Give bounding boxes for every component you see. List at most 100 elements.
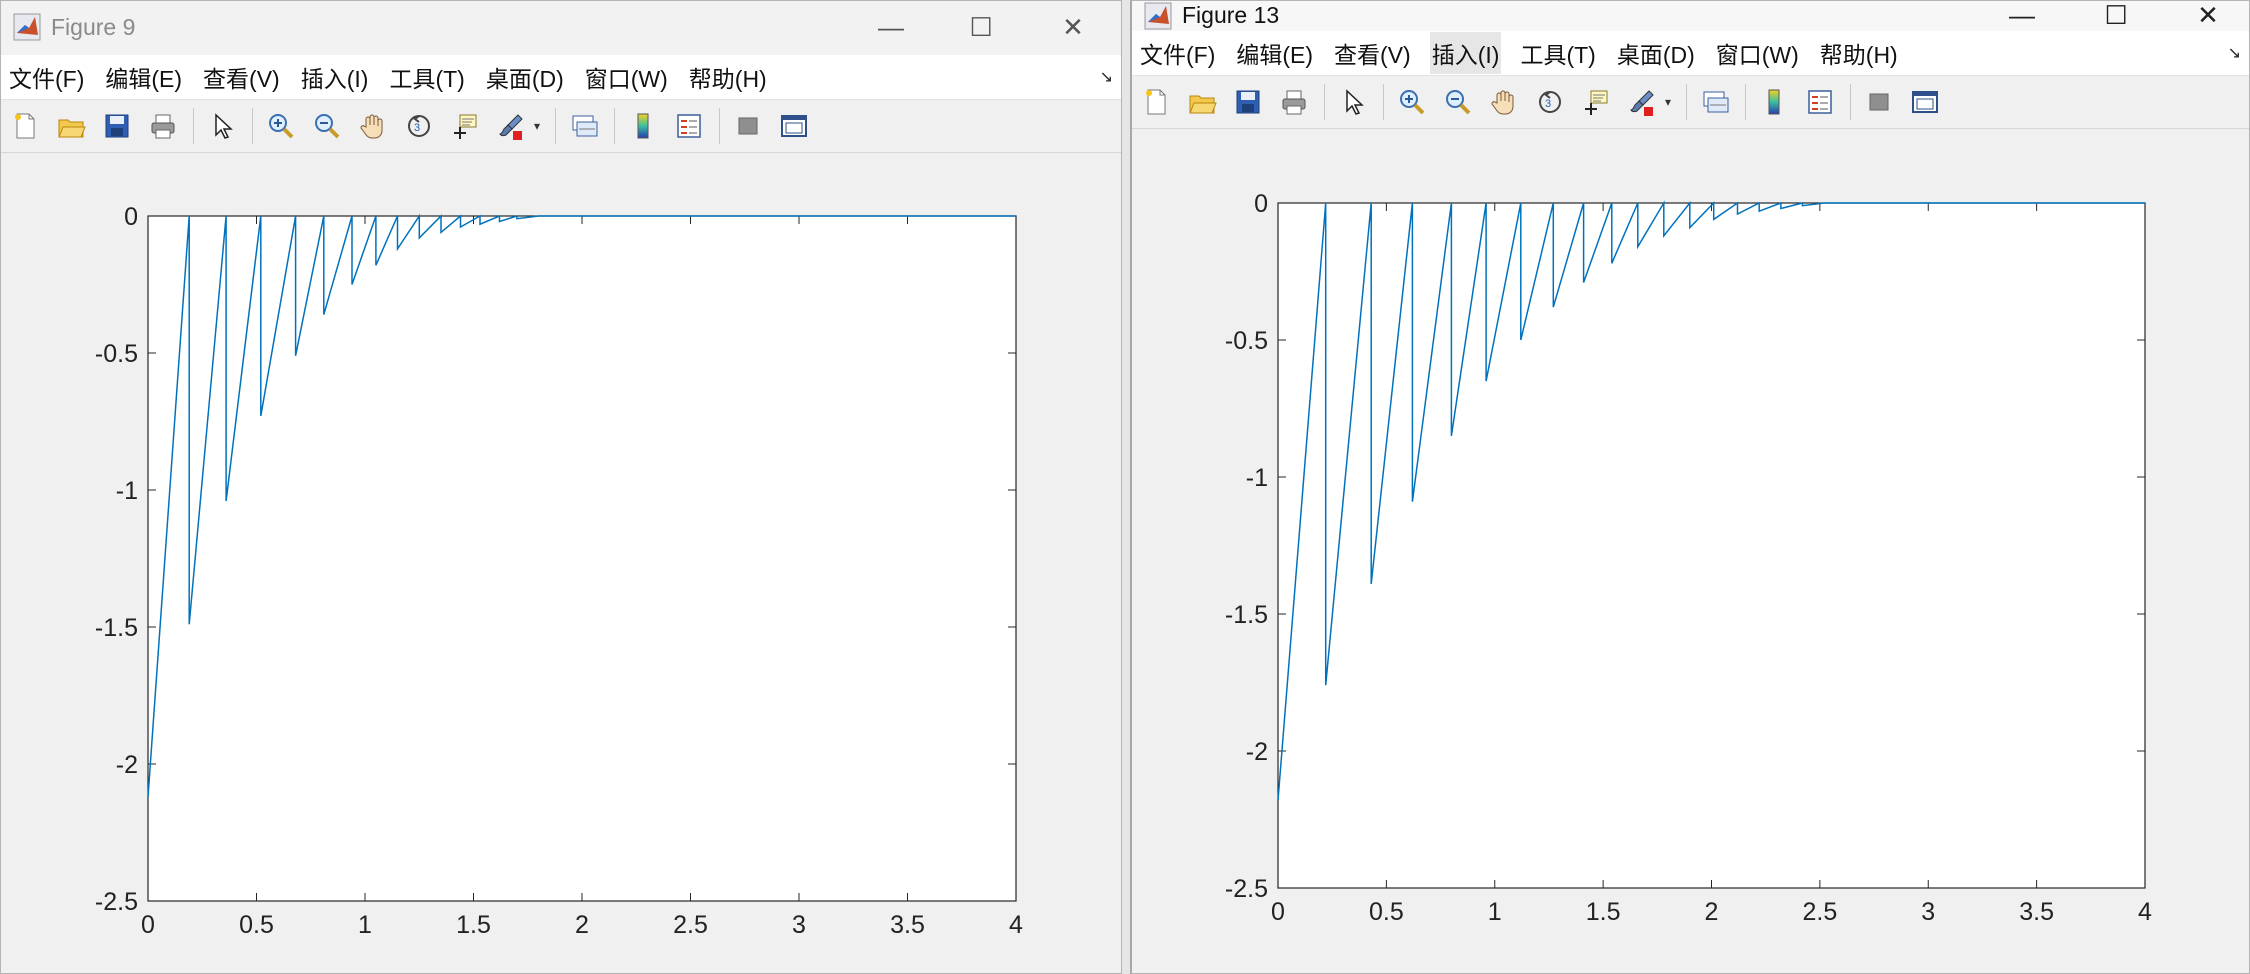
menu-tools[interactable]: 工具(T) (1518, 32, 1597, 74)
hide-plot-tools-button[interactable] (730, 108, 766, 144)
menu-bar: 文件(F) 编辑(E) 查看(V) 插入(I) 工具(T) 桌面(D) 窗口(W… (1132, 31, 2249, 76)
pan-hand-icon (1491, 90, 1514, 115)
figure-canvas[interactable]: 0 0.5 1 1.5 2 2.5 3 3.5 4 0 -0.5 -1 -1.5 -2 -2.5 (1132, 141, 2249, 973)
plot-axes[interactable]: 0 0.5 1 1.5 2 2.5 3 3.5 4 0 -0.5 -1 -1.5 -2 -2.5 (1132, 141, 2250, 974)
menu-edit[interactable]: 编辑(E) (1234, 32, 1315, 74)
x-tick-label: 3.5 (890, 911, 925, 939)
maximize-icon[interactable]: ☐ (961, 9, 1001, 45)
x-tick-label: 3 (1921, 898, 1935, 926)
zoom-in-button[interactable] (1394, 84, 1430, 120)
title-bar[interactable]: Figure 9 — ☐ ✕ (1, 1, 1121, 55)
zoom-out-button[interactable] (1440, 84, 1476, 120)
figure-window-9[interactable]: Figure 9 — ☐ ✕ 文件(F) 编辑(E) 查看(V) 插入(I) 工… (0, 0, 1122, 974)
y-tick-label: -0.5 (95, 340, 138, 368)
x-tick-label: 0 (1271, 898, 1285, 926)
menu-view[interactable]: 查看(V) (201, 56, 282, 98)
x-tick-label: 1 (358, 911, 372, 939)
print-button[interactable] (145, 108, 181, 144)
toolbar-separator (1850, 84, 1851, 120)
colorbar-icon (1768, 89, 1780, 115)
brush-dropdown-icon[interactable]: ▾ (531, 108, 543, 144)
print-icon (151, 114, 175, 139)
undock-icon[interactable]: ↘ (2228, 43, 2241, 63)
legend-button[interactable] (671, 108, 707, 144)
minimize-icon[interactable]: — (2002, 1, 2042, 33)
pan-hand-button[interactable] (1486, 84, 1522, 120)
maximize-icon[interactable]: ☐ (2096, 1, 2136, 33)
x-tick-label: 2.5 (673, 911, 708, 939)
brush-button[interactable] (1624, 84, 1660, 120)
link-plot-button[interactable] (1697, 84, 1733, 120)
matlab-logo-icon (13, 13, 41, 41)
show-plot-tools-button[interactable] (776, 108, 812, 144)
new-figure-button[interactable] (7, 108, 43, 144)
zoom-in-icon (269, 114, 294, 139)
show-plot-tools-button[interactable] (1907, 84, 1943, 120)
rotate-3d-button[interactable]: 3 (1532, 84, 1568, 120)
zoom-in-button[interactable] (263, 108, 299, 144)
menu-view[interactable]: 查看(V) (1332, 32, 1413, 74)
undock-icon[interactable]: ↘ (1100, 67, 1113, 87)
x-tick-label: 1.5 (1586, 898, 1621, 926)
open-file-button[interactable] (1184, 84, 1220, 120)
data-cursor-button[interactable] (1578, 84, 1614, 120)
window-title: Figure 13 (1182, 2, 1280, 28)
x-tick-label: 2.5 (1802, 898, 1837, 926)
open-file-icon (1189, 95, 1217, 114)
toolbar-separator (193, 108, 194, 144)
print-button[interactable] (1276, 84, 1312, 120)
menu-window[interactable]: 窗口(W) (583, 56, 670, 98)
data-cursor-button[interactable] (447, 108, 483, 144)
link-plot-icon (1703, 91, 1729, 113)
x-tick-label: 1 (1488, 898, 1502, 926)
plot-axes[interactable]: 0 0.5 1 1.5 2 2.5 3 3.5 4 0 -0.5 -1 -1.5 -2 -2.5 (1, 151, 1121, 971)
link-plot-icon (572, 115, 598, 137)
menu-tools[interactable]: 工具(T) (387, 56, 466, 98)
colorbar-button[interactable] (1756, 84, 1792, 120)
figure-window-13[interactable]: Figure 13 — ☐ ✕ 文件(F) 编辑(E) 查看(V) 插入(I) … (1130, 0, 2250, 974)
x-tick-label: 2 (575, 911, 589, 939)
title-bar[interactable]: Figure 13 — ☐ ✕ (1132, 1, 2249, 31)
zoom-out-icon (1446, 90, 1471, 115)
save-icon (1236, 90, 1260, 114)
save-button[interactable] (99, 108, 135, 144)
show-plot-tools-icon (1912, 91, 1938, 113)
figure-canvas[interactable]: 0 0.5 1 1.5 2 2.5 3 3.5 4 0 -0.5 -1 -1.5 -2 -2.5 (1, 151, 1121, 973)
menu-file[interactable]: 文件(F) (1138, 32, 1217, 74)
menu-bar: 文件(F) 编辑(E) 查看(V) 插入(I) 工具(T) 桌面(D) 窗口(W… (1, 55, 1121, 100)
pointer-button[interactable] (1335, 84, 1371, 120)
pan-hand-button[interactable] (355, 108, 391, 144)
hide-plot-tools-button[interactable] (1861, 84, 1897, 120)
open-file-button[interactable] (53, 108, 89, 144)
toolbar-separator (719, 108, 720, 144)
toolbar-separator (614, 108, 615, 144)
brush-button[interactable] (493, 108, 529, 144)
link-plot-button[interactable] (566, 108, 602, 144)
menu-insert[interactable]: 插入(I) (1429, 32, 1502, 74)
menu-help[interactable]: 帮助(H) (687, 56, 769, 98)
menu-edit[interactable]: 编辑(E) (103, 56, 184, 98)
menu-desktop[interactable]: 桌面(D) (484, 56, 566, 98)
new-figure-button[interactable] (1138, 84, 1174, 120)
save-button[interactable] (1230, 84, 1266, 120)
menu-help[interactable]: 帮助(H) (1818, 32, 1900, 74)
y-tick-label: -1 (116, 477, 138, 505)
menu-file[interactable]: 文件(F) (7, 56, 86, 98)
toolbar-separator (1383, 84, 1384, 120)
axes-box (1277, 202, 2146, 889)
rotate-3d-button[interactable]: 3 (401, 108, 437, 144)
y-tick-label: -2 (116, 751, 138, 779)
close-icon[interactable]: ✕ (1053, 9, 1093, 45)
pointer-button[interactable] (204, 108, 240, 144)
minimize-icon[interactable]: — (871, 9, 911, 45)
y-tick-label: -1.5 (1225, 601, 1268, 629)
x-tick-label: 0 (141, 911, 155, 939)
zoom-out-button[interactable] (309, 108, 345, 144)
menu-window[interactable]: 窗口(W) (1714, 32, 1801, 74)
menu-insert[interactable]: 插入(I) (299, 56, 371, 98)
close-icon[interactable]: ✕ (2188, 1, 2228, 33)
colorbar-button[interactable] (625, 108, 661, 144)
legend-button[interactable] (1802, 84, 1838, 120)
menu-desktop[interactable]: 桌面(D) (1615, 32, 1697, 74)
brush-dropdown-icon[interactable]: ▾ (1662, 84, 1674, 120)
